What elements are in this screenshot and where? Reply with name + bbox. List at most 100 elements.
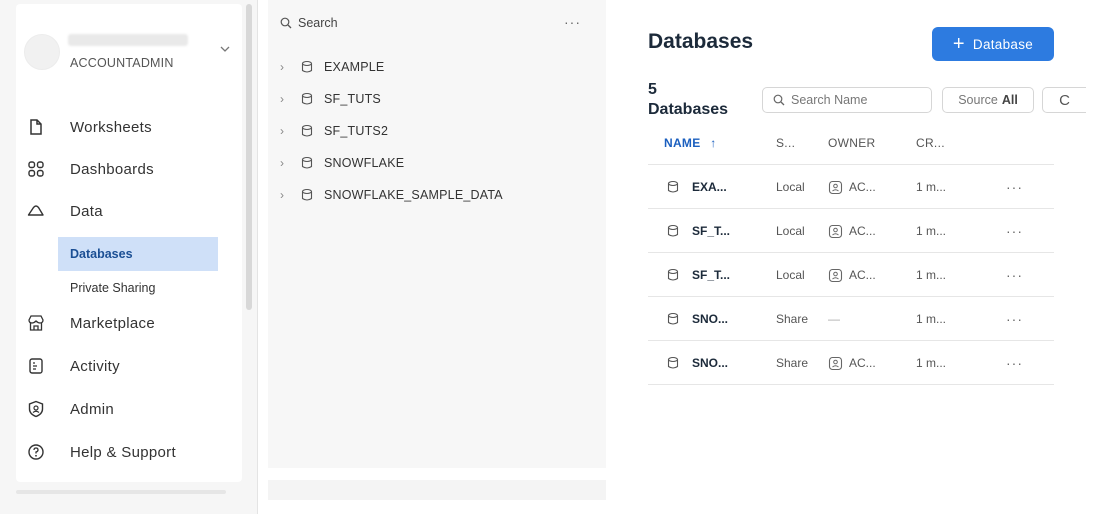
account-name-redacted <box>68 34 188 46</box>
search-icon <box>773 94 785 106</box>
table-row[interactable]: SF_T... Local AC... 1 m... ··· <box>648 253 1054 297</box>
search-name-placeholder: Search Name <box>791 93 868 107</box>
refresh-button[interactable]: C <box>1042 87 1086 113</box>
database-icon <box>300 124 314 138</box>
main-panel: Databases + Database 5 Databases Search … <box>606 0 1094 514</box>
row-source: Local <box>776 180 805 194</box>
object-explorer-footer <box>268 480 606 500</box>
more-options-icon[interactable]: ··· <box>564 14 581 30</box>
tree-item-label: SNOWFLAKE <box>324 156 405 170</box>
chevron-right-icon[interactable]: › <box>280 60 294 74</box>
row-created: 1 m... <box>916 356 947 370</box>
chevron-right-icon[interactable]: › <box>280 92 294 106</box>
nav-item-data[interactable]: Data <box>26 193 103 229</box>
row-name: EXA... <box>692 180 727 194</box>
add-database-label: Database <box>972 36 1034 52</box>
row-more-icon[interactable]: ··· <box>1006 341 1023 385</box>
tree-item-example[interactable]: › EXAMPLE <box>280 56 384 78</box>
object-search-label: Search <box>298 16 338 30</box>
column-header-name[interactable]: NAME ↑ <box>664 136 717 150</box>
sidebar-item-private-sharing[interactable]: Private Sharing <box>58 271 218 305</box>
grid-icon <box>26 159 46 179</box>
nav-item-label: Marketplace <box>70 314 156 332</box>
row-more-icon[interactable]: ··· <box>1006 165 1023 209</box>
store-icon <box>26 313 46 333</box>
search-name-input[interactable]: Search Name <box>762 87 932 113</box>
source-filter-button[interactable]: Source All <box>942 87 1034 113</box>
row-source: Local <box>776 268 805 282</box>
tree-item-snowflake[interactable]: › SNOWFLAKE <box>280 152 404 174</box>
chevron-right-icon[interactable]: › <box>280 156 294 170</box>
nav-item-admin[interactable]: Admin <box>26 391 114 427</box>
tree-item-label: SNOWFLAKE_SAMPLE_DATA <box>324 188 503 202</box>
nav-item-marketplace[interactable]: Marketplace <box>26 305 155 341</box>
row-source: Local <box>776 224 805 238</box>
plus-icon: + <box>952 33 965 55</box>
row-more-icon[interactable]: ··· <box>1006 209 1023 253</box>
sidebar-item-databases[interactable]: Databases <box>58 237 218 271</box>
row-owner: — <box>828 312 840 326</box>
row-source: Share <box>776 312 809 326</box>
row-created: 1 m... <box>916 180 947 194</box>
row-name-cell: SNO... <box>666 341 728 385</box>
tree-item-label: SF_TUTS2 <box>324 124 389 138</box>
table-row[interactable]: SNO... Share AC... 1 m... ··· <box>648 341 1054 385</box>
row-owner: AC... <box>849 180 876 194</box>
tree-item-snowflake-sample-data[interactable]: › SNOWFLAKE_SAMPLE_DATA <box>280 184 503 206</box>
database-icon <box>666 180 680 194</box>
add-database-button[interactable]: + Database <box>932 27 1054 61</box>
column-header-owner[interactable]: OWNER <box>828 136 876 150</box>
database-icon <box>666 312 680 326</box>
column-header-created[interactable]: CR... <box>916 136 945 150</box>
role-icon <box>828 224 843 239</box>
sidebar-item-label: Databases <box>70 247 133 261</box>
source-filter-label: Source <box>958 93 998 107</box>
row-name: SNO... <box>692 312 729 326</box>
database-count: 5 Databases <box>648 80 758 120</box>
chevron-right-icon[interactable]: › <box>280 124 294 138</box>
row-more-icon[interactable]: ··· <box>1006 253 1023 297</box>
search-icon <box>280 17 292 29</box>
nav-item-help-support[interactable]: Help & Support <box>26 434 176 470</box>
table-row[interactable]: EXA... Local AC... 1 m... ··· <box>648 165 1054 209</box>
nav-item-activity[interactable]: Activity <box>26 348 120 384</box>
row-owner: AC... <box>849 268 876 282</box>
database-icon <box>666 268 680 282</box>
chevron-right-icon[interactable]: › <box>280 188 294 202</box>
row-created: 1 m... <box>916 268 947 282</box>
account-switcher[interactable]: ACCOUNTADMIN <box>20 28 240 80</box>
row-owner: AC... <box>849 224 876 238</box>
tree-item-sf-tuts[interactable]: › SF_TUTS <box>280 88 381 110</box>
row-name-cell: SF_T... <box>666 209 730 253</box>
tree-item-sf-tuts2[interactable]: › SF_TUTS2 <box>280 120 388 142</box>
cloud-icon <box>26 201 46 221</box>
row-owner-cell: AC... <box>828 165 876 209</box>
column-header-source[interactable]: S... <box>776 136 795 150</box>
help-icon <box>26 442 46 462</box>
tree-item-label: SF_TUTS <box>324 92 381 106</box>
role-icon <box>828 356 843 371</box>
column-header-name-label: NAME <box>664 136 701 150</box>
tree-item-label: EXAMPLE <box>324 60 385 74</box>
sidebar-scrollbar[interactable] <box>246 4 252 310</box>
nav-item-worksheets[interactable]: Worksheets <box>26 109 152 145</box>
row-name-cell: SF_T... <box>666 253 730 297</box>
row-source: Share <box>776 356 809 370</box>
object-search-input[interactable]: Search <box>280 16 338 30</box>
sidebar: ACCOUNTADMIN Worksheets Dashboards Data … <box>0 0 258 514</box>
database-icon <box>666 356 680 370</box>
row-name-cell: EXA... <box>666 165 727 209</box>
nav-item-dashboards[interactable]: Dashboards <box>26 151 154 187</box>
table-row[interactable]: SNO... Share — 1 m... ··· <box>648 297 1054 341</box>
table-row[interactable]: SF_T... Local AC... 1 m... ··· <box>648 209 1054 253</box>
row-owner: AC... <box>849 356 876 370</box>
database-icon <box>300 92 314 106</box>
chevron-down-icon <box>220 46 230 52</box>
row-more-icon[interactable]: ··· <box>1006 297 1023 341</box>
nav-item-label: Activity <box>70 357 120 375</box>
shield-icon <box>26 399 46 419</box>
row-owner-cell: AC... <box>828 253 876 297</box>
role-icon <box>828 180 843 195</box>
row-name: SF_T... <box>692 268 731 282</box>
database-icon <box>300 60 314 74</box>
